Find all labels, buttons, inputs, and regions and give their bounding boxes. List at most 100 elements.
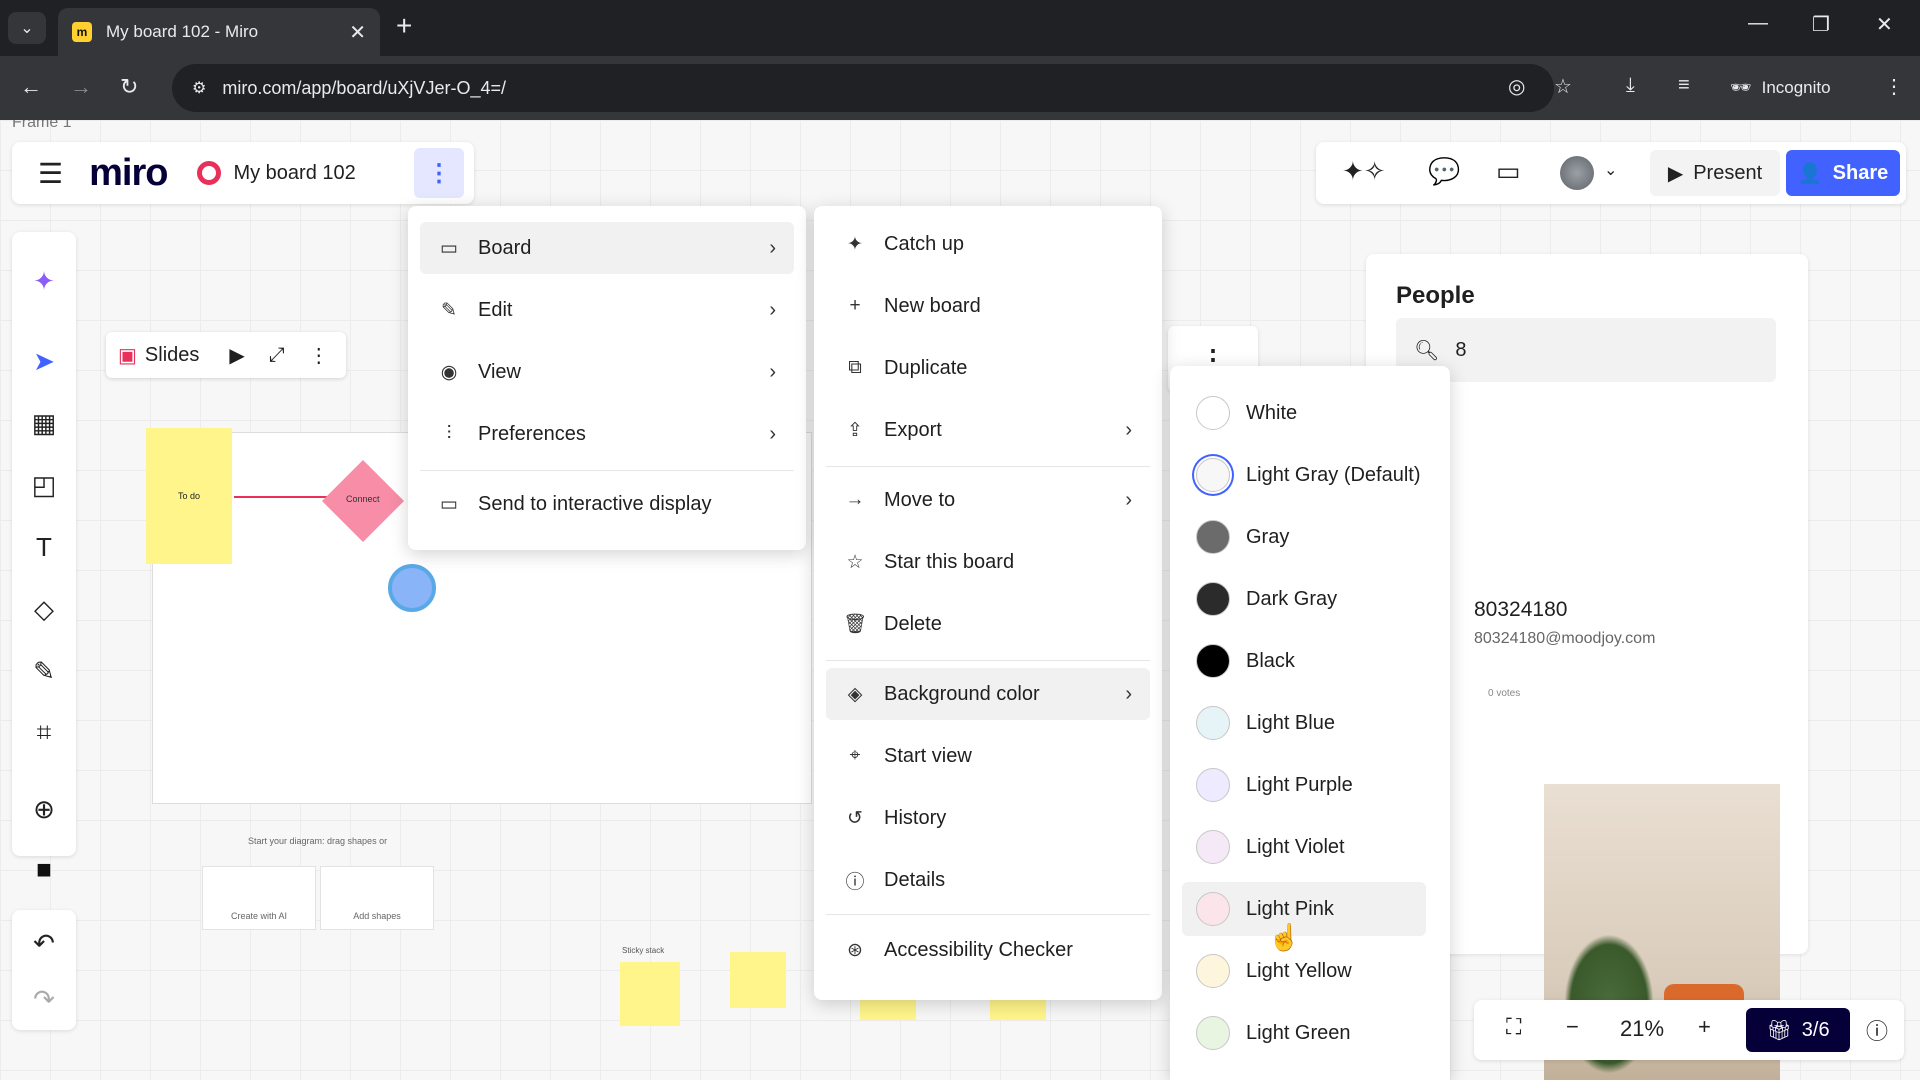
board-name[interactable]: My board 102 (233, 162, 355, 185)
sticky-note[interactable] (620, 962, 680, 1026)
ai-sparkle-icon[interactable]: ✦ (12, 256, 76, 306)
connector-line[interactable] (234, 496, 334, 498)
frame-label[interactable]: Frame 1 (12, 120, 72, 132)
reactions-icon[interactable]: ✦✧ (1342, 156, 1386, 187)
browser-tab[interactable]: m My board 102 - Miro ✕ (58, 8, 380, 56)
reload-icon[interactable]: ↻ (120, 74, 138, 100)
menu-item-edit[interactable]: ✎ Edit › (420, 284, 794, 336)
menu-item-delete[interactable]: 🗑︎ Delete (826, 598, 1150, 650)
add-more-icon[interactable]: ■ (12, 844, 76, 894)
text-tool-icon[interactable]: T (12, 522, 76, 572)
menu-item-history[interactable]: ↺ History (826, 792, 1150, 844)
select-tool-icon[interactable]: ➤ (12, 336, 76, 386)
sticky-note-icon[interactable]: ◰ (12, 460, 76, 510)
menu-item-board[interactable]: ▭ Board › (420, 222, 794, 274)
templates-icon[interactable]: ▦ (12, 398, 76, 448)
color-label: Light Pink (1246, 897, 1334, 920)
color-option-light-blue[interactable]: Light Blue (1182, 696, 1426, 750)
color-option-light-yellow[interactable]: Light Yellow (1182, 944, 1426, 998)
color-option-light-violet[interactable]: Light Violet (1182, 820, 1426, 874)
menu-item-accessibility-checker[interactable]: ⊛ Accessibility Checker (826, 924, 1150, 976)
fit-frame-icon[interactable]: ⛶ (1506, 1014, 1521, 1040)
incognito-badge[interactable]: 🕶 Incognito (1730, 64, 1831, 112)
app-icon[interactable]: ⊕ (12, 784, 76, 834)
avatar[interactable] (1560, 156, 1594, 190)
present-button[interactable]: ▶ Present (1650, 150, 1780, 196)
slides-label[interactable]: Slides (145, 344, 199, 367)
bookmark-star-icon[interactable]: ☆ (1554, 74, 1572, 99)
color-swatch (1196, 520, 1230, 554)
restore-icon[interactable]: ❐ (1812, 12, 1830, 37)
menu-item-catch-up[interactable]: ✦ Catch up (826, 218, 1150, 270)
menu-item-label: Preferences (478, 422, 586, 445)
address-bar[interactable]: ⚙ miro.com/app/board/uXjVJer-O_4=/ (172, 64, 1554, 112)
color-option-white[interactable]: White (1182, 386, 1426, 440)
sticky-note[interactable] (730, 952, 786, 1008)
miro-logo[interactable]: miro (89, 152, 168, 195)
menu-item-preferences[interactable]: ⫶ Preferences › (420, 408, 794, 460)
diagram-hint: Start your diagram: drag shapes or (248, 836, 388, 846)
new-tab-button[interactable]: + (396, 12, 412, 40)
menu-item-background-color[interactable]: ◈ Background color › (826, 668, 1150, 720)
zoom-out-icon[interactable]: − (1566, 1014, 1579, 1040)
onboarding-progress-button[interactable]: 🎁︎ 3/6 (1746, 1008, 1850, 1052)
color-option-gray[interactable]: Gray (1182, 510, 1426, 564)
minimize-icon[interactable]: — (1748, 12, 1768, 35)
zoom-in-icon[interactable]: + (1698, 1014, 1711, 1040)
site-info-icon[interactable]: ⚙ (192, 78, 206, 98)
close-window-icon[interactable]: ✕ (1876, 12, 1893, 37)
pen-icon[interactable]: ✎ (12, 646, 76, 696)
shapes-icon[interactable]: ◇ (12, 584, 76, 634)
menu-item-label: Move to (884, 488, 956, 511)
slides-more-icon[interactable]: ⋮ (309, 343, 329, 368)
menu-item-star-board[interactable]: ☆ Star this board (826, 536, 1150, 588)
close-tab-icon[interactable]: ✕ (349, 20, 366, 45)
share-button[interactable]: 👤 Share (1786, 150, 1900, 196)
menu-item-duplicate[interactable]: ⧉ Duplicate (826, 342, 1150, 394)
menu-item-move-to[interactable]: → Move to › (826, 474, 1150, 526)
person-name[interactable]: 80324180 (1474, 598, 1567, 622)
color-option-light-gray[interactable]: Light Gray (Default) (1182, 448, 1426, 502)
menu-item-details[interactable]: ⓘ Details (826, 854, 1150, 906)
collaborator-avatar[interactable] (388, 564, 436, 612)
menu-divider (826, 660, 1150, 661)
color-option-black[interactable]: Black (1182, 634, 1426, 688)
forward-icon[interactable]: → (70, 74, 92, 100)
menu-item-view[interactable]: ◉ View › (420, 346, 794, 398)
color-option-light-purple[interactable]: Light Purple (1182, 758, 1426, 812)
play-slides-icon[interactable]: ▶ (229, 343, 244, 368)
expand-icon[interactable]: ⤢ (269, 344, 285, 367)
sticky-note[interactable] (990, 1000, 1046, 1020)
add-shapes-card[interactable]: Add shapes (320, 866, 434, 930)
color-option-light-green[interactable]: Light Green (1182, 1006, 1426, 1060)
tab-list-button[interactable]: ⌄ (8, 12, 46, 44)
help-icon[interactable]: ⓘ (1866, 1014, 1888, 1046)
hamburger-menu-icon[interactable]: ☰ (38, 157, 63, 190)
creation-toolbar: ✦ ➤ ▦ ◰ T ◇ ✎ ⌗ ⊕ ■ (12, 232, 76, 884)
browser-menu-icon[interactable]: ⋮ (1884, 74, 1904, 99)
comments-icon[interactable]: 💬 (1428, 156, 1460, 187)
download-icon[interactable]: ⤓ (1626, 74, 1635, 97)
video-call-icon[interactable]: ▭ (1496, 156, 1521, 187)
back-icon[interactable]: ← (20, 74, 42, 100)
color-option-dark-gray[interactable]: Dark Gray (1182, 572, 1426, 626)
menu-item-export[interactable]: ⇪ Export › (826, 404, 1150, 456)
menu-item-new-board[interactable]: + New board (826, 280, 1150, 332)
info-icon: ⓘ (845, 871, 865, 893)
zoom-level[interactable]: 21% (1620, 1016, 1664, 1042)
menu-item-start-view[interactable]: ⌖ Start view (826, 730, 1150, 782)
create-with-ai-card[interactable]: Create with AI (202, 866, 316, 930)
redo-icon[interactable]: ↷ (12, 974, 76, 1024)
frame-tool-icon[interactable]: ⌗ (12, 708, 76, 758)
menu-item-send-to-display[interactable]: ▭ Send to interactive display (420, 478, 794, 530)
accessibility-icon: ⊛ (847, 939, 863, 961)
eye-off-icon[interactable]: ◎ (1508, 74, 1525, 99)
media-icon[interactable]: ≡ (1678, 74, 1690, 97)
color-option-light-pink[interactable]: Light Pink (1182, 882, 1426, 936)
board-menu-button[interactable]: ⋮ (414, 148, 464, 198)
undo-icon[interactable]: ↶ (12, 918, 76, 968)
sticky-note[interactable] (860, 1000, 916, 1020)
people-search-input[interactable]: 🔍︎ 8 (1396, 318, 1776, 382)
sticky-note[interactable]: To do (146, 428, 232, 564)
chevron-down-icon[interactable]: ⌄ (1604, 160, 1617, 180)
